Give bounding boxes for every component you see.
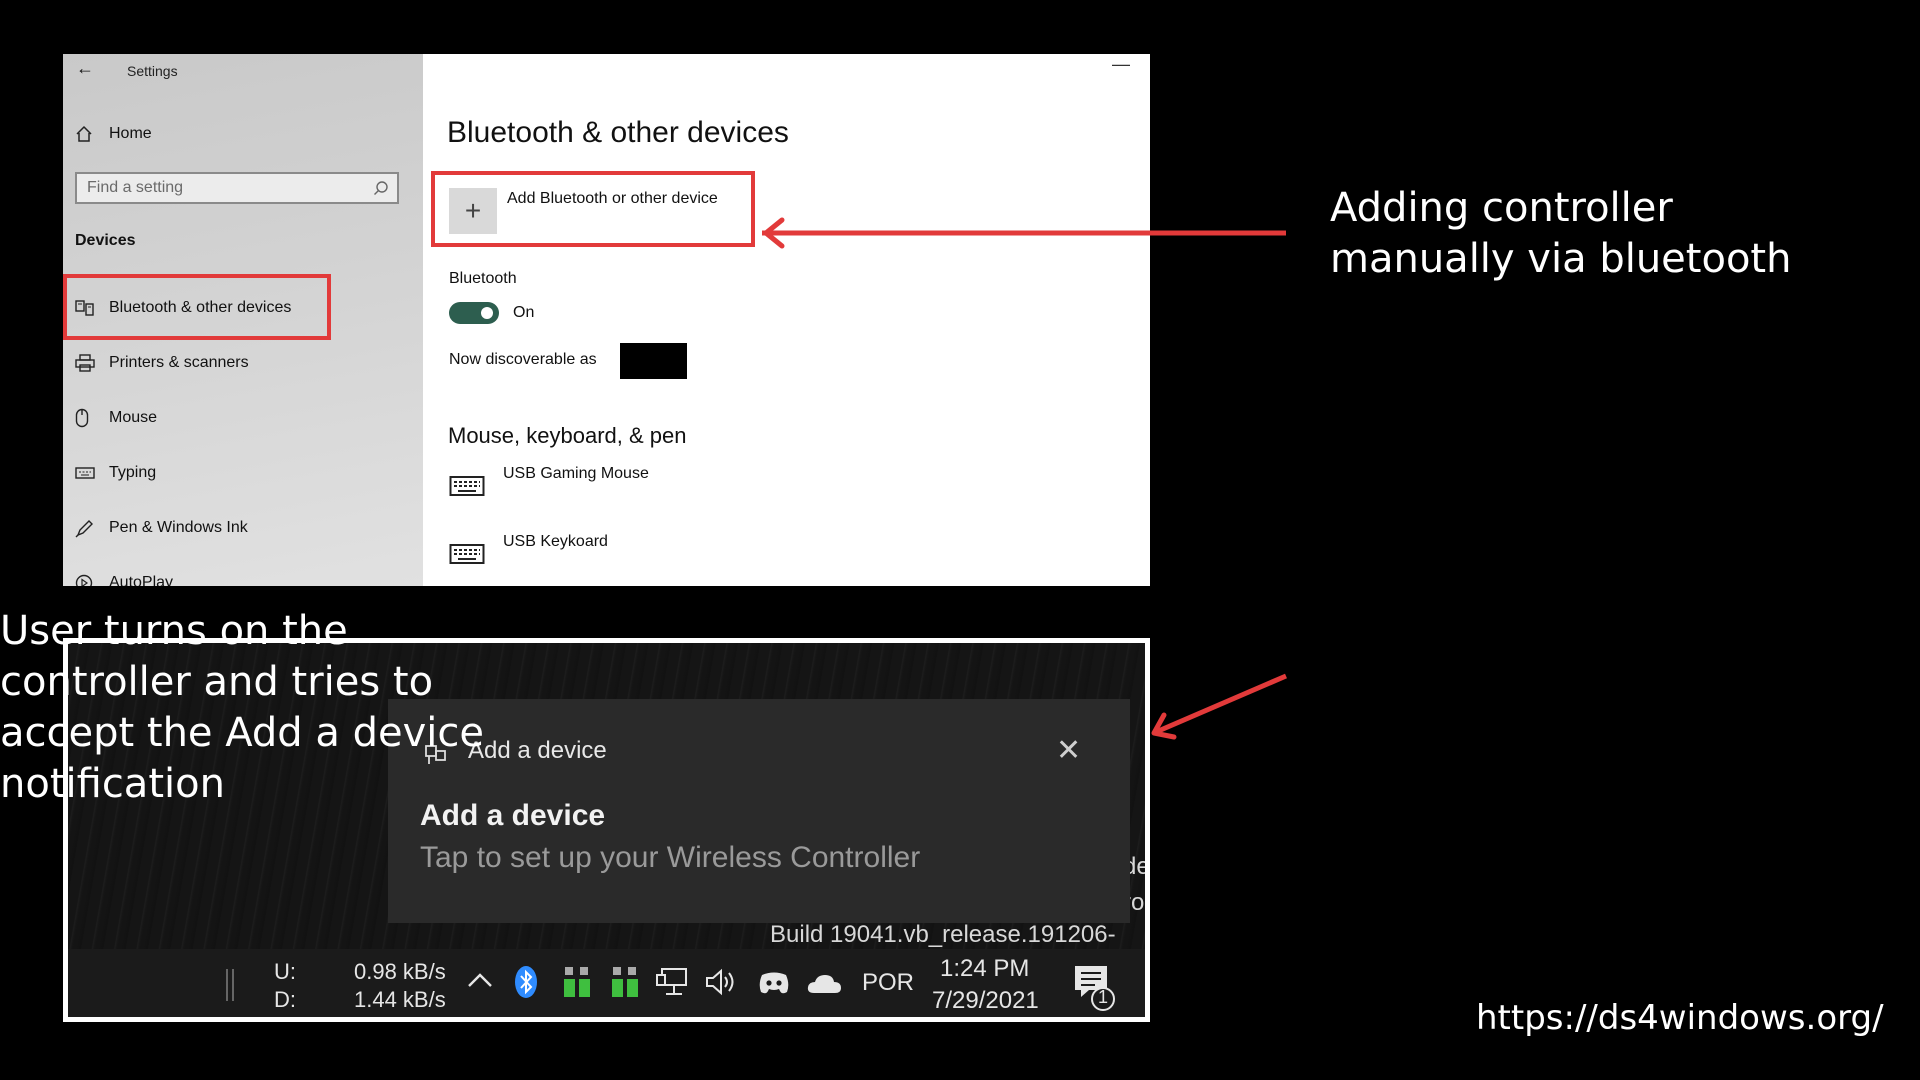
- callout-line: accept the Add a device: [0, 710, 485, 756]
- arrow-top: [762, 217, 1286, 249]
- source-url: https://ds4windows.org/: [1476, 998, 1884, 1038]
- callout-line: manually via bluetooth: [1330, 236, 1792, 282]
- annotation-arrows: [762, 217, 1287, 740]
- arrow-bottom: [1151, 673, 1287, 740]
- callout-line: Adding controller: [1330, 185, 1673, 231]
- callout-bottom: User turns on the controller and tries t…: [0, 606, 484, 810]
- callout-line: controller and tries to: [0, 659, 434, 705]
- callout-line: notification: [0, 761, 225, 807]
- callout-line: User turns on the: [0, 608, 348, 654]
- callout-top: Adding controller manually via bluetooth: [1330, 183, 1791, 285]
